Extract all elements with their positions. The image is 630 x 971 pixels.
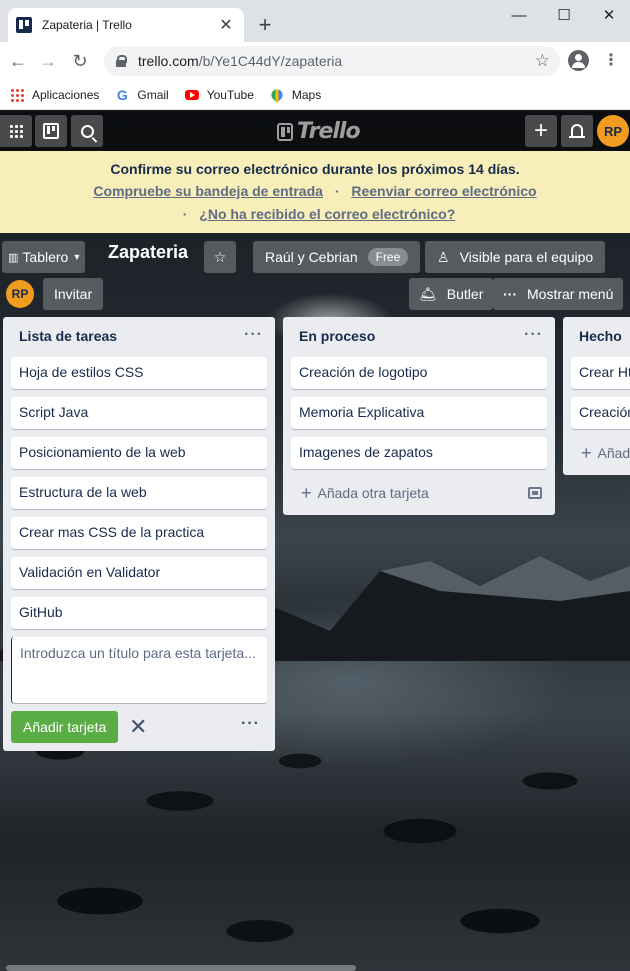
- minimize-window-button[interactable]: —: [496, 4, 542, 28]
- trello-logo[interactable]: Trello: [277, 119, 361, 144]
- bookmark-apps[interactable]: Aplicaciones: [10, 87, 99, 102]
- maps-icon: [268, 86, 285, 103]
- apps-switcher-button[interactable]: [0, 115, 32, 147]
- browser-tab[interactable]: Zapateria | Trello ✕: [8, 8, 244, 42]
- card-title-input[interactable]: Introduzca un título para esta tarjeta..…: [11, 637, 267, 703]
- trello-board-page: Trello + RP Confirme su correo electróni…: [0, 111, 630, 971]
- card[interactable]: GitHub: [11, 597, 267, 629]
- card[interactable]: Validación en Validator: [11, 557, 267, 589]
- card[interactable]: Estructura de la web: [11, 477, 267, 509]
- trello-header: Trello + RP: [0, 111, 630, 151]
- browser-tabstrip: Zapateria | Trello ✕ + — ☐ ✕: [0, 0, 630, 42]
- plus-icon: +: [581, 442, 592, 463]
- list-title[interactable]: Hecho: [563, 317, 630, 357]
- bookmark-youtube[interactable]: YouTube: [184, 88, 254, 102]
- card-template-icon[interactable]: [528, 487, 542, 499]
- profile-icon[interactable]: [568, 50, 589, 71]
- butler-button[interactable]: 🛎 Butler: [409, 278, 494, 310]
- reload-icon[interactable]: ↻: [68, 49, 92, 73]
- new-tab-button[interactable]: +: [252, 12, 278, 38]
- card[interactable]: Creación: [571, 397, 630, 429]
- show-menu-button[interactable]: ··· Mostrar menú: [493, 278, 624, 310]
- card[interactable]: Memoria Explicativa: [291, 397, 547, 429]
- google-icon: G: [116, 86, 128, 103]
- card[interactable]: Crear Html: [571, 357, 630, 389]
- list-menu-icon[interactable]: ···: [524, 326, 543, 344]
- bookmark-gmail[interactable]: G Gmail: [115, 86, 169, 103]
- account-avatar[interactable]: RP: [597, 115, 629, 147]
- apps-grid-icon: [9, 124, 23, 138]
- bookmark-star-icon[interactable]: ☆: [535, 51, 550, 71]
- add-another-card-button[interactable]: + Añada otra tarjeta: [291, 479, 429, 507]
- chevron-down-icon: ▾: [74, 251, 80, 263]
- star-board-button[interactable]: ☆: [204, 241, 236, 273]
- plus-icon: +: [301, 482, 312, 503]
- visibility-button[interactable]: ♙ Visible para el equipo: [425, 241, 606, 273]
- trello-favicon-icon: [16, 17, 32, 33]
- card[interactable]: Imagenes de zapatos: [291, 437, 547, 469]
- card[interactable]: Crear mas CSS de la practica: [11, 517, 267, 549]
- email-confirmation-banner: Confirme su correo electrónico durante l…: [0, 151, 630, 233]
- more-dots-icon: ···: [503, 286, 517, 302]
- member-avatar[interactable]: RP: [6, 280, 34, 308]
- tab-title: Zapateria | Trello: [42, 18, 132, 32]
- card[interactable]: Creación de logotipo: [291, 357, 547, 389]
- card[interactable]: Script Java: [11, 397, 267, 429]
- list-en-proceso: En proceso ··· Creación de logotipo Memo…: [283, 317, 555, 515]
- resend-email-link[interactable]: Reenviar correo electrónico: [351, 183, 536, 199]
- list-title[interactable]: En proceso ···: [283, 317, 555, 357]
- cancel-compose-icon[interactable]: ✕: [129, 714, 147, 740]
- apps-grid-icon: [10, 87, 24, 102]
- board-title[interactable]: Zapateria: [108, 242, 188, 263]
- star-icon: ☆: [213, 248, 227, 265]
- horizontal-scrollbar[interactable]: [6, 965, 356, 971]
- composer-options-icon[interactable]: ···: [241, 715, 260, 733]
- free-badge: Free: [367, 248, 409, 266]
- card[interactable]: Hoja de estilos CSS: [11, 357, 267, 389]
- browser-menu-icon[interactable]: ⋮: [602, 51, 620, 71]
- board-icon: [43, 123, 59, 139]
- butler-bell-icon: 🛎: [419, 285, 437, 302]
- bell-icon: [569, 123, 585, 138]
- board-view-icon: ▥: [8, 251, 19, 264]
- add-card-button[interactable]: Añadir tarjeta: [11, 711, 119, 743]
- browser-toolbar: ← → ↻ trello.com/b/Ye1C44dY/zapateria ☆ …: [0, 42, 630, 80]
- add-another-card-button[interactable]: + Añada: [571, 439, 630, 467]
- team-visibility-icon: ♙: [437, 248, 450, 265]
- boards-button[interactable]: [35, 115, 67, 147]
- back-arrow-icon[interactable]: ←: [6, 49, 30, 73]
- bookmark-maps[interactable]: Maps: [268, 86, 321, 103]
- list-lista-de-tareas: Lista de tareas ··· Hoja de estilos CSS …: [3, 317, 275, 751]
- check-inbox-link[interactable]: Compruebe su bandeja de entrada: [93, 183, 323, 199]
- create-button[interactable]: +: [525, 115, 557, 147]
- trello-logo-icon: [277, 122, 293, 141]
- board-header: ▥ Tablero ▾ Zapateria ☆ Raúl y Cebrian F…: [0, 233, 630, 313]
- forward-arrow-icon[interactable]: →: [36, 49, 60, 73]
- close-window-button[interactable]: ✕: [586, 4, 630, 28]
- bookmarks-bar: Aplicaciones G Gmail YouTube Maps: [0, 80, 630, 110]
- notifications-button[interactable]: [561, 115, 593, 147]
- list-title[interactable]: Lista de tareas ···: [3, 317, 275, 357]
- invite-button[interactable]: Invitar: [43, 278, 104, 310]
- card[interactable]: Posicionamiento de la web: [11, 437, 267, 469]
- address-bar[interactable]: trello.com/b/Ye1C44dY/zapateria ☆: [104, 46, 560, 76]
- list-hecho: Hecho Crear Html Creación + Añada: [563, 317, 630, 475]
- banner-message: Confirme su correo electrónico durante l…: [110, 161, 520, 177]
- url-text: trello.com/b/Ye1C44dY/zapateria: [138, 53, 343, 69]
- lock-icon: [116, 55, 127, 67]
- team-button[interactable]: Raúl y Cebrian Free: [253, 241, 421, 273]
- youtube-icon: [184, 89, 199, 100]
- board-view-switcher[interactable]: ▥ Tablero ▾: [2, 241, 86, 273]
- search-icon: [80, 124, 94, 138]
- plus-icon: +: [533, 117, 548, 144]
- not-received-link[interactable]: ¿No ha recibido el correo electrónico?: [199, 206, 455, 222]
- close-tab-icon[interactable]: ✕: [216, 15, 236, 35]
- list-menu-icon[interactable]: ···: [244, 326, 263, 344]
- maximize-window-button[interactable]: ☐: [541, 4, 587, 28]
- search-button[interactable]: [71, 115, 103, 147]
